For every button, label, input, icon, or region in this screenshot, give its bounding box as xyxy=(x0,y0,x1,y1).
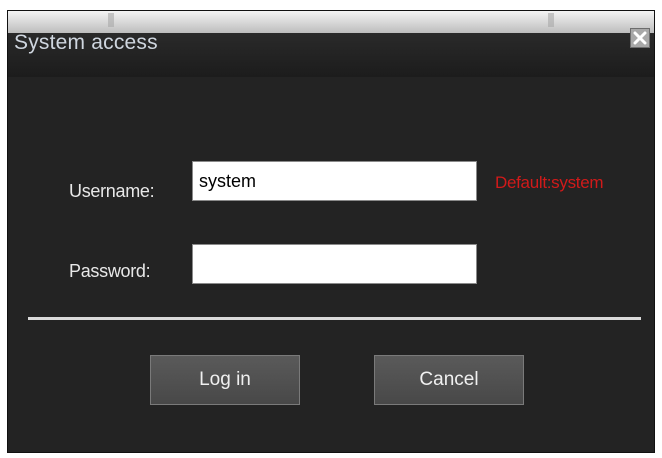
password-input[interactable] xyxy=(192,244,477,284)
system-access-dialog: System access Username: Default:system P… xyxy=(7,10,655,453)
title-bar-glass-mark xyxy=(108,13,114,27)
close-icon xyxy=(633,31,647,45)
cancel-button[interactable]: Cancel xyxy=(374,355,524,405)
username-input[interactable] xyxy=(192,161,477,201)
password-label: Password: xyxy=(69,261,151,281)
divider xyxy=(28,317,641,320)
username-label: Username: xyxy=(69,181,155,201)
login-button[interactable]: Log in xyxy=(150,355,300,405)
username-default-hint: Default:system xyxy=(495,173,604,192)
title-bar-glass-mark xyxy=(548,13,554,27)
dialog-title: System access xyxy=(14,31,158,54)
title-bar-glass xyxy=(8,11,654,33)
dialog-body: Username: Default:system Password: Log i… xyxy=(8,77,654,452)
title-bar[interactable]: System access xyxy=(8,11,654,77)
close-button[interactable] xyxy=(630,28,650,48)
